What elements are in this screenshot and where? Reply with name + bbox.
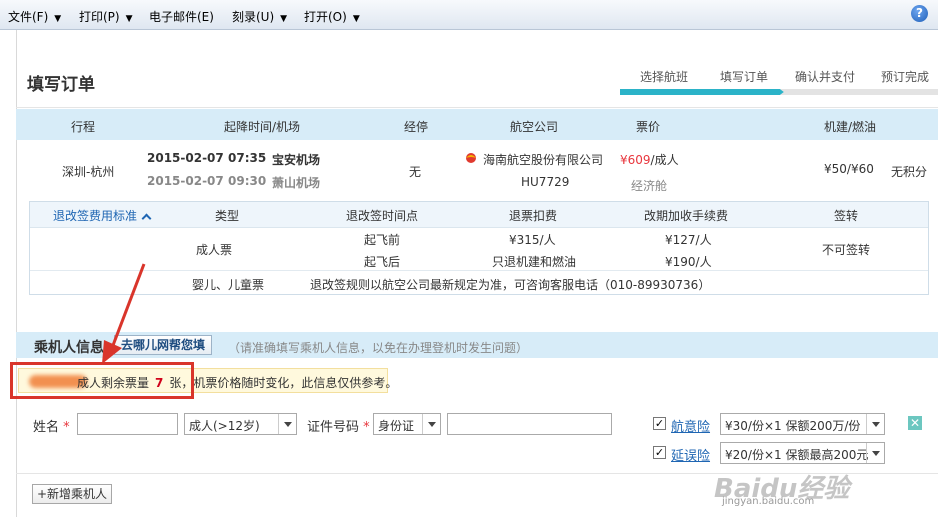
add-passenger-button[interactable]: +新增乘机人 [32,484,112,504]
tax-fuel: ¥50/¥60 [824,162,874,176]
airline-name: 海南航空股份有限公司 [483,153,604,167]
transfer-rule: 不可签转 [822,243,871,257]
section-title: 乘机人信息 [34,340,104,356]
insurance-accident-select[interactable]: ¥30/份×1 保额200万/份 [720,413,885,435]
column-header: 签转 [834,209,859,223]
cabin-class: 经济舱 [631,179,668,193]
page-title: 填写订单 [27,75,95,95]
chevron-down-icon: ▼ [280,14,288,24]
column-header: 类型 [215,209,240,223]
points: 无积分 [891,165,928,179]
menu-open[interactable]: 打开(O) ▼ [304,8,360,25]
arrive-date: 2015-02-07 [147,174,224,188]
depart-date: 2015-02-07 [147,151,224,165]
price: ¥609/成人 [620,153,679,167]
insurance-delay-link[interactable]: 延误险 [671,445,710,464]
column-header: 票价 [636,120,661,134]
chevron-down-icon: ▼ [54,14,62,24]
route: 深圳-杭州 [62,165,115,179]
ticket-type-child: 婴儿、儿童票 [192,278,265,292]
watermark: Baidu经验 jingyan.baidu.com [714,474,850,507]
divider [16,30,17,517]
divider [30,270,928,271]
id-type-select[interactable]: 身份证 [373,413,441,435]
column-header: 退票扣费 [509,209,558,223]
name-input[interactable] [77,413,178,435]
menu-email[interactable]: 电子邮件(E) [149,8,214,25]
passenger-hint: （请准确填写乘机人信息，以免在办理登机时发生问题） [228,341,529,355]
refund-time: 起飞前 [364,233,401,247]
annotation-box [10,362,194,399]
step-confirm-pay: 确认并支付 [795,70,856,84]
insurance-accident-link[interactable]: 航意险 [671,416,710,435]
column-header: 航空公司 [510,120,559,134]
column-header: 机建/燃油 [824,120,877,134]
divider [16,107,938,108]
column-header: 改期加收手续费 [644,209,729,223]
column-header: 起降时间/机场 [224,120,301,134]
flight-number: HU7729 [521,175,570,189]
chevron-down-icon: ▼ [352,14,360,24]
ticket-type-adult: 成人票 [196,243,233,257]
refund-fee: ¥315/人 [509,233,556,247]
menu-burn[interactable]: 刻录(U) ▼ [232,8,287,25]
id-number-input[interactable] [447,413,612,435]
chevron-down-icon [278,414,296,434]
passenger-type-select[interactable]: 成人(>12岁) [184,413,297,435]
column-header: 行程 [71,120,96,134]
chevron-up-icon [141,213,152,224]
step-select-flight: 选择航班 [640,70,689,84]
remove-passenger-icon[interactable]: ✕ [908,416,922,430]
arrive-time: 09:30 [228,174,267,188]
column-header: 退改签时间点 [346,209,419,223]
depart-time: 07:35 [228,151,267,165]
change-fee: ¥127/人 [665,233,712,247]
chevron-down-icon [422,414,440,434]
depart-airport: 宝安机场 [272,153,321,167]
menu-file[interactable]: 文件(F) ▼ [8,8,61,25]
refund-table-header [30,202,928,228]
help-icon[interactable]: ? [911,5,928,22]
step-fill-order: 填写订单 [720,70,769,84]
menu-print[interactable]: 打印(P) ▼ [79,8,133,25]
flight-table-header: 行程 起降时间/机场 经停 航空公司 票价 机建/燃油 [16,109,938,140]
step-complete: 预订完成 [881,70,930,84]
name-label: 姓名 * [33,420,70,435]
refund-note: 退改签规则以航空公司最新规定为准，可咨询客服电话（010-89930736） [310,278,711,292]
refund-rules-toggle[interactable]: 退改签费用标准 [53,207,152,224]
change-fee: ¥190/人 [665,255,712,269]
refund-fee: 只退机建和燃油 [492,255,577,269]
column-header: 经停 [404,120,429,134]
id-label: 证件号码 * [307,420,370,435]
arrive-airport: 萧山机场 [272,176,321,190]
airline-logo-icon [466,153,476,163]
insurance-accident-checkbox[interactable]: ✓ [653,417,666,430]
stops: 无 [409,165,422,179]
annotation-arrow-icon [102,263,146,364]
step-progress-bar [620,89,938,95]
insurance-delay-checkbox[interactable]: ✓ [653,446,666,459]
refund-time: 起飞后 [364,255,401,269]
chevron-down-icon [866,414,884,434]
chevron-down-icon: ▼ [125,14,133,24]
command-bar: 文件(F) ▼ 打印(P) ▼ 电子邮件(E) 刻录(U) ▼ 打开(O) ▼ ? [0,0,938,30]
